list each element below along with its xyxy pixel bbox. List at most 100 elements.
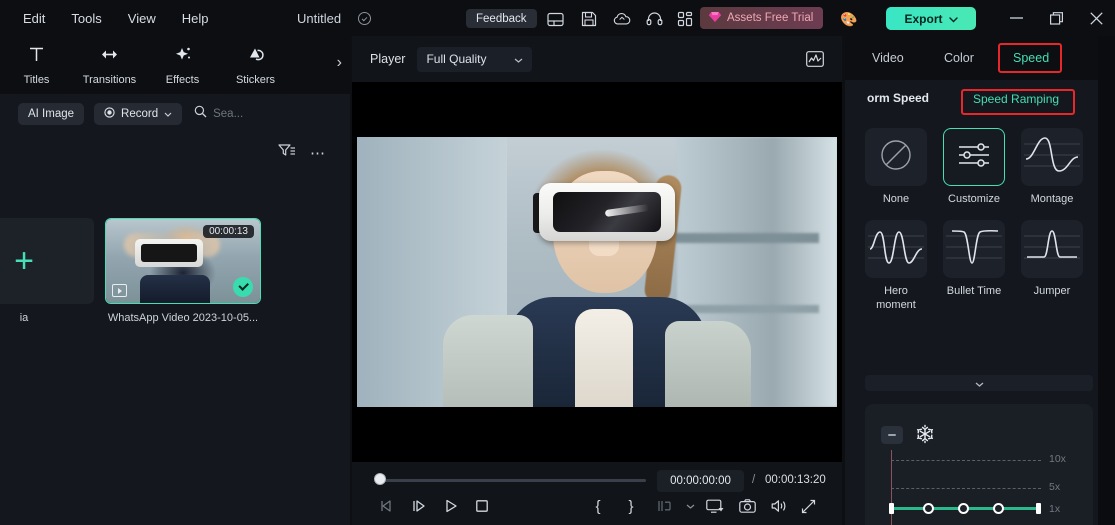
sparkle-effects-icon (173, 45, 193, 69)
category-transitions[interactable]: Transitions (73, 36, 146, 94)
preset-customize[interactable]: Customize (943, 128, 1005, 206)
thumb-body (140, 275, 210, 303)
save-icon[interactable] (580, 10, 598, 28)
tab-color[interactable]: Color (944, 51, 974, 65)
quality-select[interactable]: Full Quality (417, 46, 533, 72)
volume-button[interactable] (766, 495, 792, 517)
axis-label-1x: 1x (1049, 503, 1061, 515)
preset-none[interactable]: None (865, 128, 927, 206)
split-dropdown[interactable] (677, 495, 703, 517)
playhead-handle[interactable] (374, 473, 386, 485)
preset-montage[interactable]: Montage (1021, 128, 1083, 206)
jumper-curve-icon (1024, 223, 1080, 276)
assets-free-trial-button[interactable]: Assets Free Trial (700, 7, 824, 29)
record-button[interactable]: Record (94, 103, 183, 125)
preset-jumper[interactable]: Jumper (1021, 220, 1083, 312)
menu-items: Edit Tools View Help (10, 6, 221, 31)
mark-out-button[interactable]: } (618, 495, 644, 517)
chevron-right-icon[interactable]: › (337, 54, 342, 72)
show-more-presets-button[interactable] (865, 375, 1093, 391)
apps-grid-icon[interactable] (676, 10, 694, 28)
remove-keyframe-button[interactable] (881, 426, 903, 444)
record-label: Record (121, 108, 159, 120)
sliders-icon (956, 140, 992, 175)
keyframe-3[interactable] (993, 503, 1004, 514)
check-circle-icon (358, 12, 371, 25)
cloud-upload-icon[interactable] (613, 10, 631, 28)
right-panel: Video Color Speed orm Speed Speed Rampin… (845, 36, 1115, 525)
layout-icon[interactable] (546, 10, 564, 28)
preset-label: None (882, 193, 910, 205)
thumb-vr-headset (135, 239, 203, 267)
speed-mode-row: orm Speed Speed Ramping (845, 80, 1115, 116)
curve-start-cap[interactable] (889, 503, 894, 514)
maximize-button[interactable] (1037, 0, 1075, 36)
axis-label-10x: 10x (1049, 453, 1066, 465)
bullet-curve-icon (946, 223, 1002, 276)
export-button[interactable]: Export (886, 7, 976, 30)
transitions-icon (99, 45, 120, 69)
category-titles[interactable]: Titles (0, 36, 73, 94)
category-stickers[interactable]: Stickers (219, 36, 292, 94)
preset-tile (943, 220, 1005, 278)
waveform-scope-icon[interactable] (806, 51, 824, 72)
feedback-button[interactable]: Feedback (466, 9, 537, 28)
media-toolbar: AI Image Record Sea... (0, 94, 350, 134)
left-panel: Titles Transitions Effects Stickers › AI… (0, 36, 350, 525)
current-timecode[interactable]: 00:00:00:00 (657, 470, 744, 492)
previous-frame-button[interactable] (374, 495, 400, 517)
player-header: Player Full Quality (352, 36, 842, 82)
stop-button[interactable] (469, 495, 495, 517)
check-circle-filled-icon (233, 277, 253, 297)
menu-view[interactable]: View (115, 6, 169, 31)
preset-bullet-time[interactable]: Bullet Time (943, 220, 1005, 312)
player-panel: Player Full Quality 00:00:00:00 / 00:00:… (352, 36, 842, 525)
category-effects[interactable]: Effects (146, 36, 219, 94)
stickers-icon (246, 45, 266, 69)
fullscreen-button[interactable] (795, 495, 821, 517)
timecode-separator: / (752, 474, 756, 486)
plus-icon: + (14, 242, 34, 280)
gem-icon (708, 11, 722, 26)
category-label: Effects (165, 73, 200, 86)
split-button[interactable] (652, 495, 678, 517)
preset-label: Montage (1030, 193, 1074, 205)
document-title: Untitled (297, 11, 342, 26)
video-stage (352, 82, 842, 462)
add-media-card[interactable]: + (0, 218, 94, 304)
chevron-down-icon (514, 52, 523, 66)
menu-tools[interactable]: Tools (58, 6, 114, 31)
keyframe-1[interactable] (923, 503, 934, 514)
keyframe-2[interactable] (958, 503, 969, 514)
snowflake-icon[interactable] (915, 424, 935, 449)
preset-hero-moment[interactable]: Hero moment (865, 220, 927, 312)
axis-label-5x: 5x (1049, 481, 1061, 493)
next-frame-button[interactable] (406, 495, 432, 517)
speed-ramping-button[interactable]: Speed Ramping (963, 88, 1069, 109)
curve-end-cap[interactable] (1036, 503, 1041, 514)
video-preview[interactable] (357, 137, 837, 407)
search-input[interactable]: Sea... (194, 105, 243, 123)
headset-icon[interactable] (645, 10, 663, 28)
media-clip-name: WhatsApp Video 2023-10-05... (107, 312, 259, 324)
menu-help[interactable]: Help (169, 6, 222, 31)
media-clip-card[interactable]: 00:00:13 (105, 218, 261, 304)
gridline-10x (891, 460, 1041, 461)
tab-video[interactable]: Video (872, 51, 904, 65)
clip-duration-badge: 00:00:13 (203, 225, 254, 238)
minimize-button[interactable] (997, 0, 1035, 36)
play-button[interactable] (438, 495, 464, 517)
snapshot-button[interactable] (734, 495, 760, 517)
tab-speed[interactable]: Speed (1013, 51, 1049, 65)
preset-label: Customize (948, 193, 1000, 205)
display-mode-button[interactable] (702, 495, 728, 517)
scrub-track[interactable] (378, 479, 646, 482)
palette-icon[interactable]: 🎨 (840, 11, 857, 28)
uniform-speed-label[interactable]: orm Speed (867, 91, 929, 105)
menu-edit[interactable]: Edit (10, 6, 58, 31)
mark-in-button[interactable]: { (585, 495, 611, 517)
close-button[interactable] (1077, 0, 1115, 36)
player-label: Player (370, 52, 406, 66)
preset-row-2: Hero moment Bullet Time Jumper (865, 220, 1093, 312)
ai-image-button[interactable]: AI Image (18, 103, 85, 125)
